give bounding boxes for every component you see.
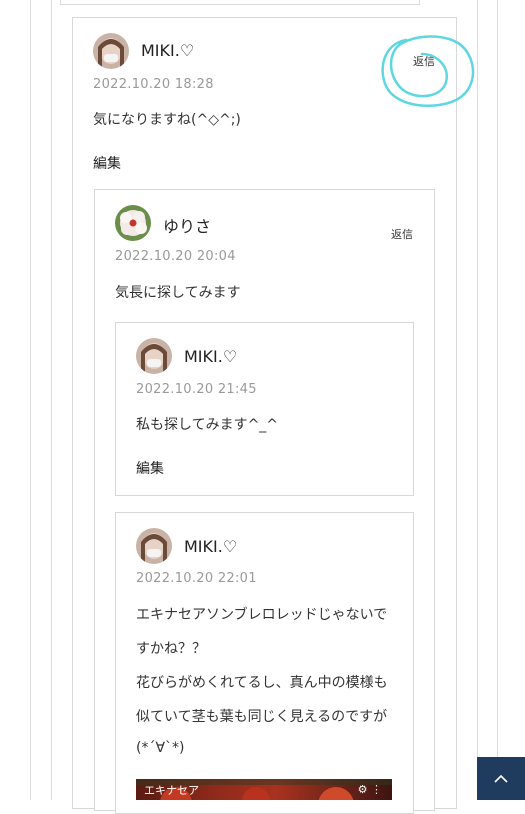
thread-line (477, 0, 478, 800)
reply-button[interactable]: 返信 (391, 226, 413, 242)
thread-line (497, 0, 498, 800)
avatar[interactable] (93, 33, 129, 69)
comment-author[interactable]: MIKI.♡ (184, 347, 237, 366)
comment-author[interactable]: ゆりさ (163, 213, 211, 237)
comment-date: 2022.10.20 22:01 (136, 571, 257, 586)
thread-line (51, 0, 52, 800)
avatar[interactable] (136, 338, 172, 374)
photo-caption: エキナセア (144, 784, 199, 797)
thread-line (30, 0, 31, 800)
comment-date: 2022.10.20 18:28 (93, 77, 214, 92)
chevron-up-icon (494, 774, 508, 783)
edit-link[interactable]: 編集 (136, 458, 164, 478)
attached-photo[interactable]: エキナセア ⚙ ⋮ (136, 779, 392, 800)
avatar[interactable] (136, 528, 172, 564)
comment-text-line: 似ていて茎も葉も同じく見えるのですが (136, 709, 388, 725)
comment-author[interactable]: MIKI.♡ (184, 537, 237, 556)
flower-avatar-icon (115, 205, 151, 241)
scroll-to-top-button[interactable] (477, 757, 525, 800)
comment-text: 気になりますね(^◇^;) (93, 112, 241, 128)
comment-text-line: 花びらがめくれてるし、真ん中の模様も (136, 675, 388, 691)
reply-button[interactable]: 返信 (413, 53, 435, 69)
photo-actions-icon[interactable]: ⚙ ⋮ (358, 783, 382, 796)
avatar[interactable] (115, 205, 151, 241)
edit-link[interactable]: 編集 (93, 153, 121, 173)
comment-text: 気長に探してみます (115, 285, 241, 301)
comment-text-line: エキナセアソンブレロレッドじゃないで (136, 607, 388, 623)
comment-text-line: すかね？？ (136, 641, 206, 657)
comment-author[interactable]: MIKI.♡ (141, 41, 194, 60)
comment-text-line: (*´∀`*) (136, 740, 185, 756)
comment-date: 2022.10.20 21:45 (136, 382, 257, 397)
previous-comment-edge (60, 0, 420, 5)
user-avatar-icon (136, 528, 172, 564)
comment-date: 2022.10.20 20:04 (115, 249, 236, 264)
comment-text: 私も探してみます^_^ (136, 417, 279, 433)
user-avatar-icon (93, 33, 129, 69)
user-avatar-icon (136, 338, 172, 374)
